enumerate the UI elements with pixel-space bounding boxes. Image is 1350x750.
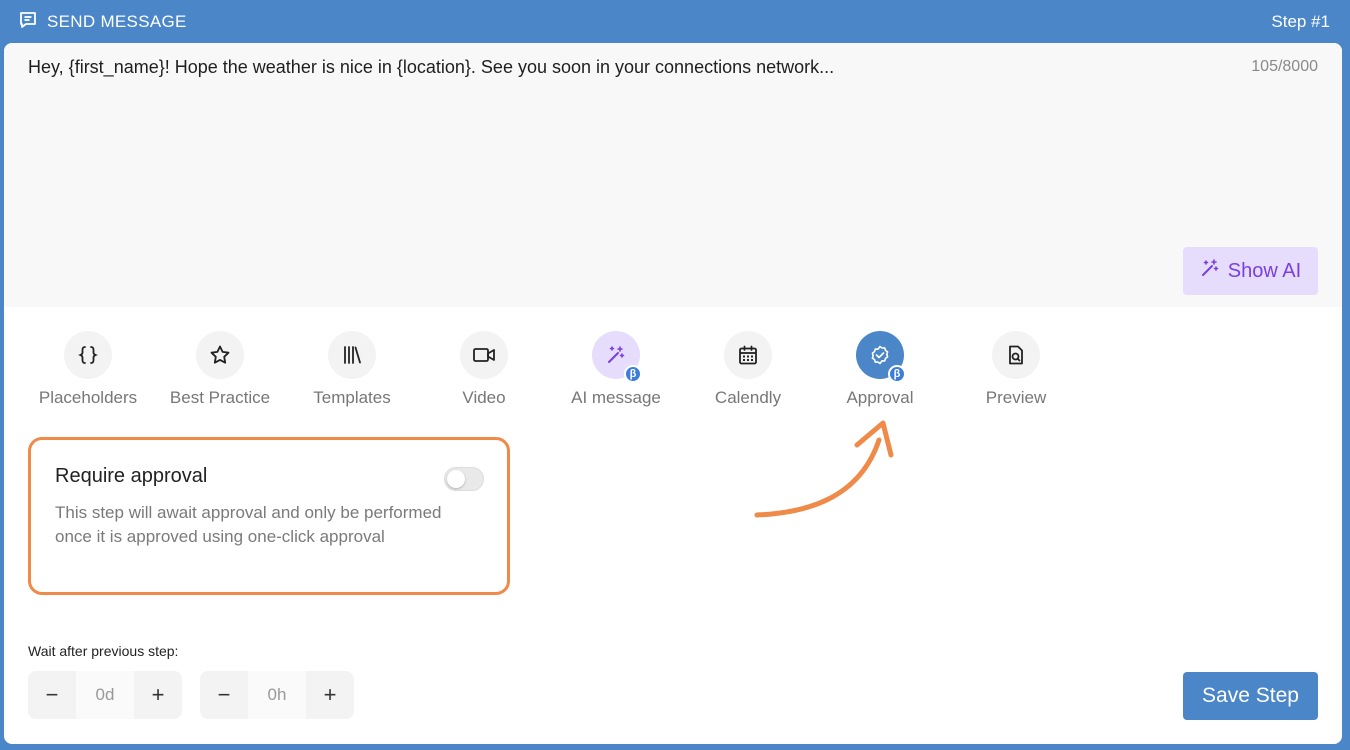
require-approval-description: This step will await approval and only b… [55,503,442,546]
calendar-icon [724,331,772,379]
tool-placeholders[interactable]: Placeholders [22,331,154,411]
panel-body: Hey, {first_name}! Hope the weather is n… [4,43,1342,744]
decrease-days-button[interactable]: − [28,671,76,719]
panel-title: SEND MESSAGE [47,12,187,31]
library-icon [328,331,376,379]
magic-wand-icon: β [592,331,642,383]
require-approval-toggle[interactable] [444,467,484,491]
header-left: SEND MESSAGE [18,10,187,35]
message-editor[interactable]: Hey, {first_name}! Hope the weather is n… [4,43,1342,307]
show-ai-label: Show AI [1227,259,1302,282]
message-text[interactable]: Hey, {first_name}! Hope the weather is n… [28,57,834,78]
tool-preview[interactable]: Preview [950,331,1082,411]
tool-label: Placeholders [38,388,138,407]
step-indicator: Step #1 [1271,12,1330,31]
decrease-hours-button[interactable]: − [200,671,248,719]
beta-badge: β [624,365,642,383]
toolbar: Placeholders Best Practice Templates Vid… [4,331,1104,411]
tool-label: Approval [846,388,914,407]
days-value[interactable]: 0d [76,671,134,719]
tool-best-practice[interactable]: Best Practice [154,331,286,411]
require-approval-card: Require approval This step will await ap… [28,437,510,595]
panel-header: SEND MESSAGE Step #1 [0,0,1350,44]
tool-label: Preview [985,388,1047,407]
tool-label: Best Practice [169,388,271,407]
increase-days-button[interactable]: + [134,671,182,719]
tool-label: Templates [313,388,391,407]
tool-approval[interactable]: β Approval [814,331,946,411]
tool-label: Calendly [714,388,782,407]
file-search-icon [992,331,1040,379]
beta-badge: β [888,365,906,383]
character-count: 105/8000 [1251,58,1318,75]
tool-templates[interactable]: Templates [286,331,418,411]
save-step-button[interactable]: Save Step [1183,672,1318,720]
tool-calendly[interactable]: Calendly [682,331,814,411]
annotation-arrow-icon [754,420,894,518]
show-ai-button[interactable]: Show AI [1183,247,1318,295]
video-camera-icon [460,331,508,379]
check-badge-icon: β [856,331,906,383]
braces-icon [64,331,112,379]
tool-label: AI message [571,388,661,407]
wait-label: Wait after previous step: [28,643,179,659]
hours-value[interactable]: 0h [248,671,306,719]
message-icon [18,10,38,35]
magic-wand-icon [1200,258,1220,284]
require-approval-title: Require approval [55,465,208,487]
tool-ai-message[interactable]: β AI message [550,331,682,411]
increase-hours-button[interactable]: + [306,671,354,719]
toggle-knob [447,470,465,488]
tool-label: Video [462,388,506,407]
days-stepper: − 0d + [28,671,182,719]
tool-video[interactable]: Video [418,331,550,411]
hours-stepper: − 0h + [200,671,354,719]
send-message-panel: SEND MESSAGE Step #1 Hey, {first_name}! … [0,0,1350,750]
star-icon [196,331,244,379]
